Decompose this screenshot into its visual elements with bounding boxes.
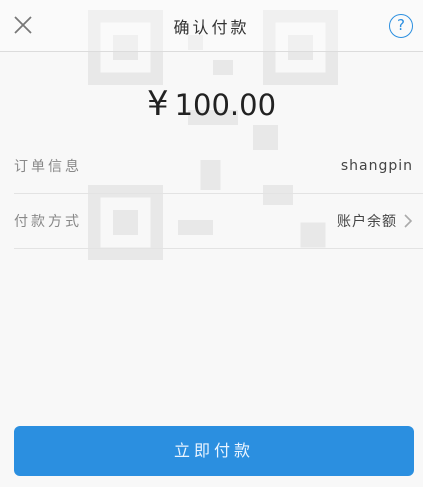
order-info-row: 订单信息 shangpin [14,138,423,194]
payment-method-value: 账户余额 [337,213,397,230]
help-button[interactable]: ? [389,14,413,38]
payment-method-row[interactable]: 付款方式 账户余额 [14,193,423,249]
amount-value: 100.00 [174,88,277,122]
order-info-value: shangpin [340,157,413,174]
chevron-right-icon [404,213,413,228]
pay-now-button[interactable]: 立即付款 [14,426,414,476]
payment-amount: ¥100.00 [0,84,423,124]
currency-symbol: ¥ [146,84,169,124]
payment-confirm-page: 确认付款 ? ¥100.00 订单信息 shangpin 付款方式 账户余额 立… [0,0,423,487]
payment-method-selector[interactable]: 账户余额 [337,211,413,231]
help-icon: ? [397,16,405,34]
payment-method-label: 付款方式 [14,213,82,230]
order-info-label: 订单信息 [14,158,82,175]
page-title: 确认付款 [173,18,250,37]
header-bar: 确认付款 ? [0,0,423,52]
